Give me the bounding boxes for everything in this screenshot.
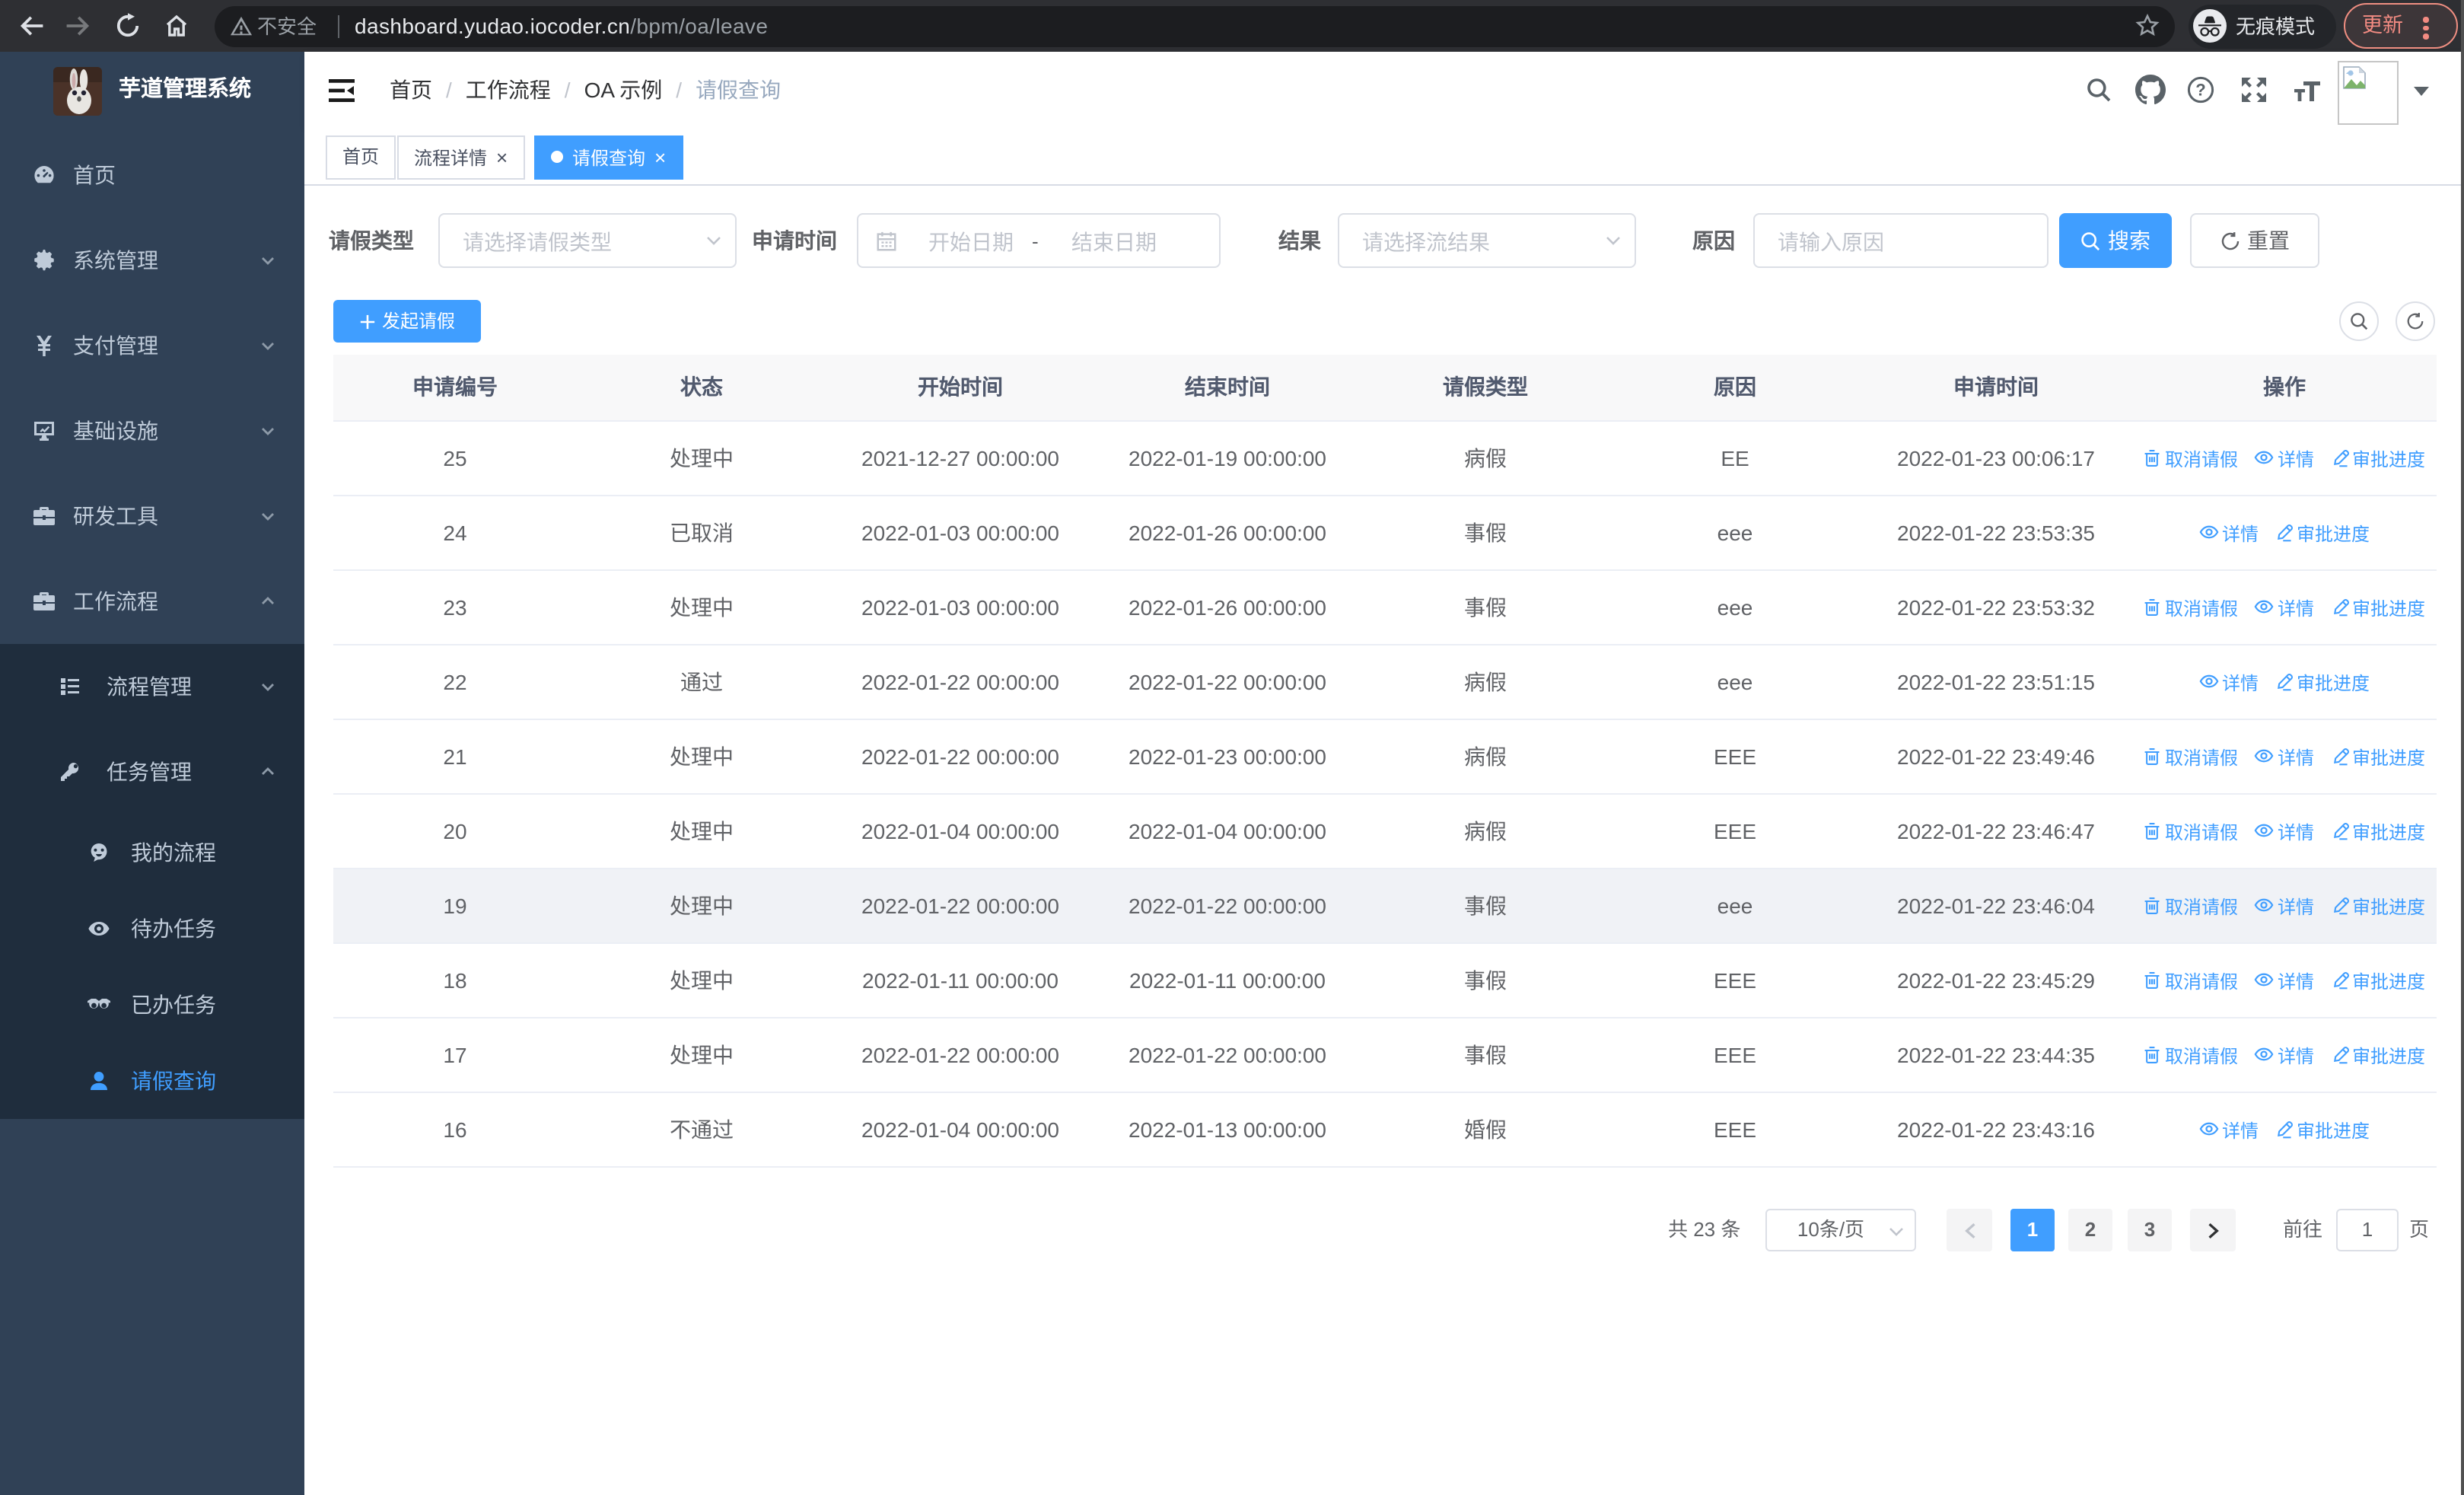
svg-text:?: ? [2195, 81, 2205, 100]
